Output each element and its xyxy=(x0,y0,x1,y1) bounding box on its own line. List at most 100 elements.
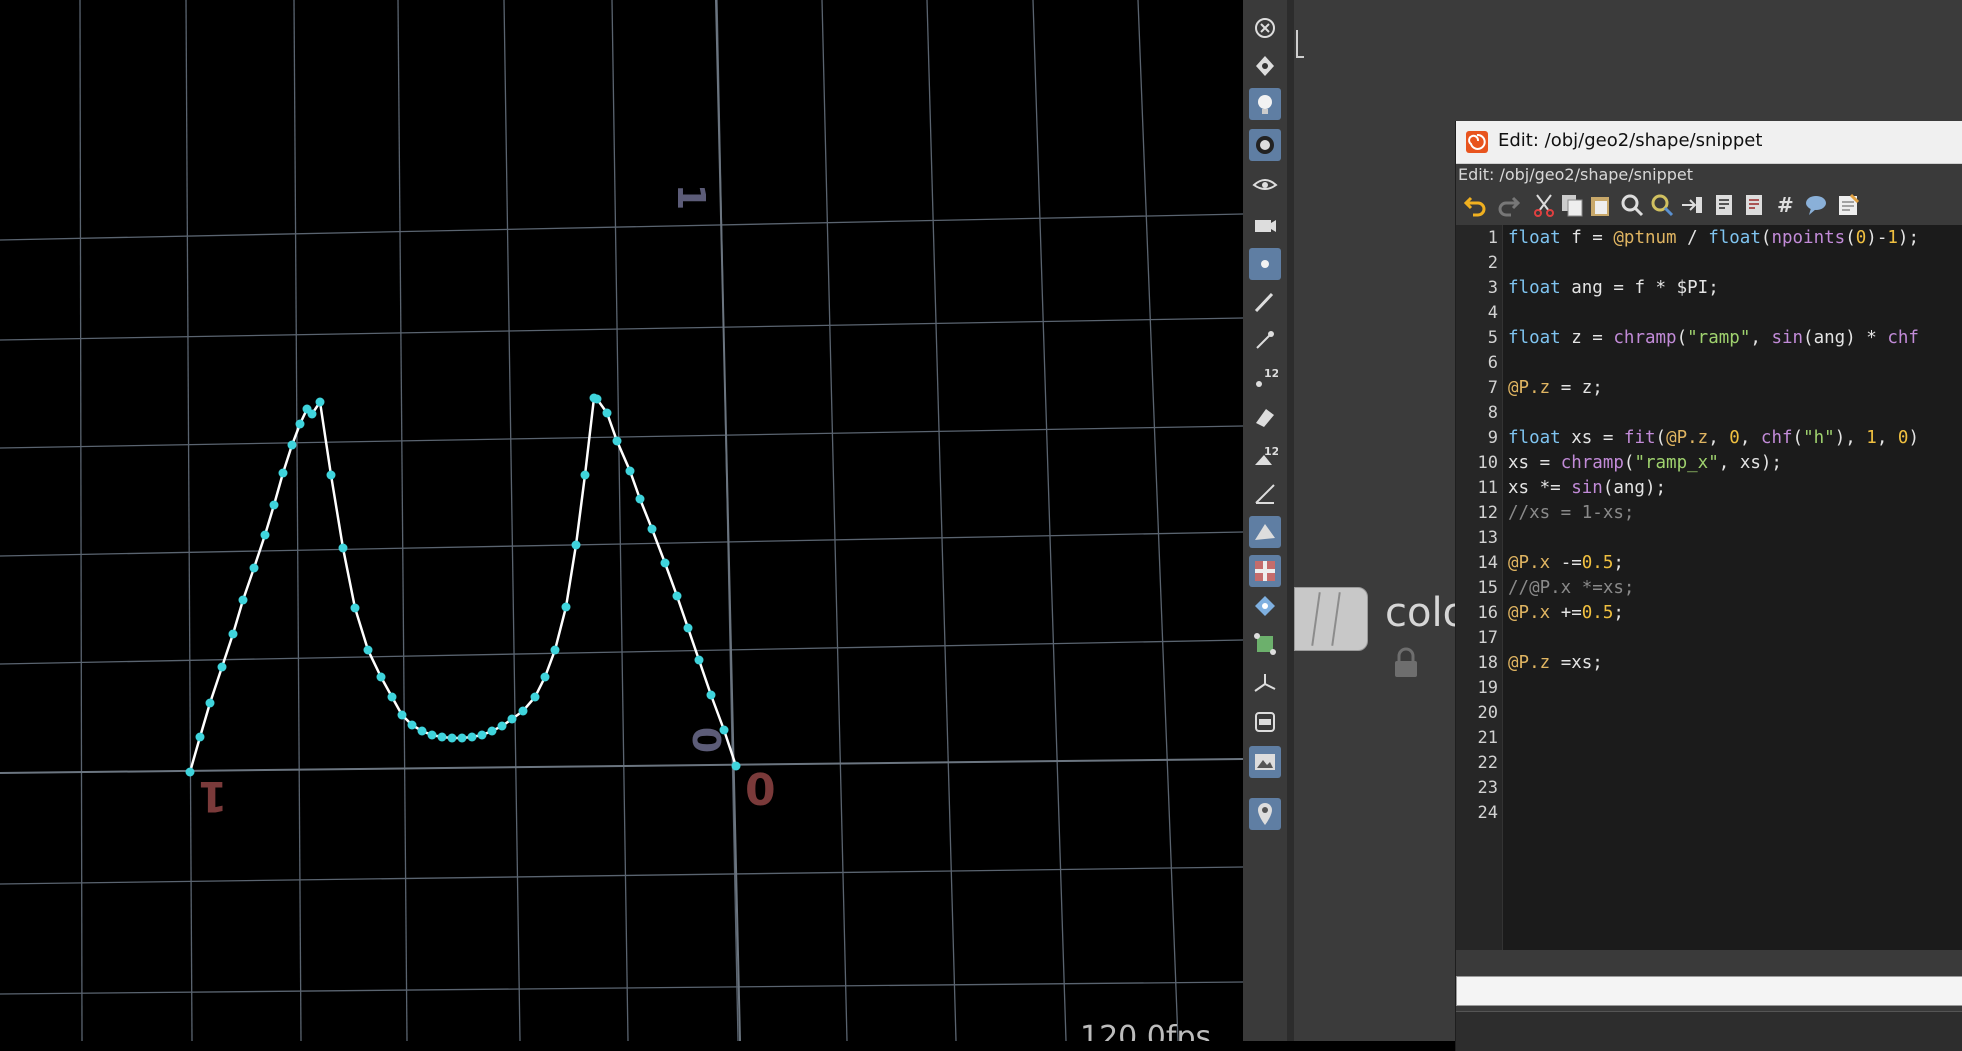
curve-point xyxy=(228,629,238,639)
code-token: float xyxy=(1508,228,1561,248)
curve-point xyxy=(249,563,259,573)
code-token: , xs); xyxy=(1718,453,1782,473)
line-number: 13 xyxy=(1477,528,1498,548)
pin-icon[interactable] xyxy=(1249,798,1281,830)
curve-point xyxy=(205,698,215,708)
code-token: //@P.x *=xs; xyxy=(1508,578,1635,598)
code-token: ), xyxy=(1834,428,1867,448)
point-icon[interactable] xyxy=(1249,248,1281,280)
shaded-icon[interactable] xyxy=(1249,516,1281,548)
code-token: @ptnum xyxy=(1613,228,1677,248)
curve-point xyxy=(694,655,704,665)
goto-icon[interactable] xyxy=(1678,191,1706,219)
code-line[interactable]: float f = @ptnum / float(npoints(0)-1); xyxy=(1508,228,1919,248)
point-number-icon[interactable]: 12 xyxy=(1249,362,1281,394)
scene-viewport[interactable]: 1 1 0 0 120.0fps xyxy=(0,0,1243,1041)
close-icon[interactable] xyxy=(1249,12,1281,44)
code-token: / xyxy=(1676,228,1709,248)
snap-icon[interactable] xyxy=(1249,50,1281,82)
code-line[interactable]: xs *= sin(ang); xyxy=(1508,478,1666,498)
grid-line xyxy=(0,981,1243,995)
grid-line xyxy=(0,317,1243,341)
line-number: 7 xyxy=(1487,378,1498,398)
hash-icon[interactable]: # xyxy=(1772,191,1800,219)
code-line[interactable]: //@P.x *=xs; xyxy=(1508,578,1634,598)
line-number: 19 xyxy=(1477,678,1498,698)
code-token: 1 xyxy=(1887,228,1898,248)
code-line[interactable]: @P.z = z; xyxy=(1508,378,1603,398)
find-icon[interactable] xyxy=(1618,191,1646,219)
redo-icon[interactable] xyxy=(1494,191,1522,219)
code-line[interactable]: @P.z =xs; xyxy=(1508,653,1603,673)
undo-icon[interactable] xyxy=(1462,191,1490,219)
brush-icon[interactable] xyxy=(1249,286,1281,318)
grid-line xyxy=(503,0,521,1041)
code-token: (ang); xyxy=(1602,478,1667,498)
find-replace-icon[interactable] xyxy=(1648,191,1676,219)
line-number: 6 xyxy=(1487,353,1498,373)
code-token: f = xyxy=(1560,228,1614,248)
notepad-icon[interactable] xyxy=(1834,191,1862,219)
texture-icon[interactable] xyxy=(1249,555,1281,587)
code-line[interactable]: float xs = fit(@P.z, 0, chf("h"), 1, 0) xyxy=(1508,428,1919,448)
line-number: 11 xyxy=(1477,478,1498,498)
code-token: , xyxy=(1739,428,1761,448)
viewport-canvas[interactable] xyxy=(0,0,1243,1041)
lock-icon[interactable] xyxy=(1393,647,1419,679)
code-token: =xs; xyxy=(1550,653,1603,673)
code-line[interactable]: @P.x +=0.5; xyxy=(1508,603,1624,623)
paste-icon[interactable] xyxy=(1586,191,1614,219)
code-line[interactable]: float ang = f * $PI; xyxy=(1508,278,1719,298)
code-token: sin xyxy=(1771,328,1804,348)
prim-number-icon[interactable]: 12 xyxy=(1249,440,1281,472)
guide-icon[interactable] xyxy=(1249,590,1281,622)
view-camera-icon[interactable] xyxy=(1249,209,1281,241)
code-editor[interactable]: 1 2 3 4 5 6 7 8 9 10 11 12 13 14 15 16 17 18 19 20 21 22 23 24 … xyxy=(1456,225,1962,950)
editor-titlebar[interactable]: Edit: /obj/geo2/shape/snippet xyxy=(1456,121,1962,164)
editor-status-field[interactable] xyxy=(1456,976,1962,1006)
paint-icon[interactable] xyxy=(1249,400,1281,432)
code-line[interactable]: @P.x -=0.5; xyxy=(1508,553,1624,573)
network-node[interactable] xyxy=(1294,587,1368,651)
curve-point xyxy=(350,603,360,613)
code-token: , xyxy=(1750,328,1772,348)
curve-point xyxy=(580,470,590,480)
code-token: ( xyxy=(1760,228,1772,248)
line-number: 18 xyxy=(1477,653,1498,673)
comment-icon[interactable] xyxy=(1710,191,1738,219)
grid-line xyxy=(1032,0,1067,1041)
code-token: float xyxy=(1508,428,1561,448)
line-number: 4 xyxy=(1487,303,1498,323)
normals-icon[interactable] xyxy=(1249,478,1281,510)
code-line[interactable]: //xs = 1-xs; xyxy=(1508,503,1634,523)
code-line[interactable]: float z = chramp("ramp", sin(ang) * chf xyxy=(1508,328,1919,348)
line-number: 24 xyxy=(1477,803,1498,823)
code-token: 0 xyxy=(1897,428,1909,448)
curve-point xyxy=(326,470,336,480)
grid-line xyxy=(0,213,1243,241)
axis-icon[interactable] xyxy=(1249,668,1281,700)
ortho-icon[interactable] xyxy=(1249,706,1281,738)
background-image-icon[interactable] xyxy=(1249,746,1281,778)
code-line[interactable]: xs = chramp("ramp_x", xs); xyxy=(1508,453,1782,473)
code-token: += xyxy=(1550,603,1582,623)
camera-handle-icon[interactable] xyxy=(1249,129,1281,161)
geometry-icon[interactable] xyxy=(1249,628,1281,660)
pen-icon[interactable] xyxy=(1249,324,1281,356)
curve-point xyxy=(477,730,487,740)
cut-icon[interactable] xyxy=(1530,191,1558,219)
code-token: z = xyxy=(1560,328,1614,348)
uncomment-icon[interactable] xyxy=(1740,191,1768,219)
speech-icon[interactable] xyxy=(1802,191,1830,219)
copy-icon[interactable] xyxy=(1558,191,1586,219)
light-icon[interactable] xyxy=(1249,88,1281,120)
toolbar-collapse-strip[interactable] xyxy=(1287,0,1294,1041)
code-token: 1 xyxy=(1866,428,1877,448)
code-token: float xyxy=(1508,278,1561,298)
line-number: 1 xyxy=(1487,228,1498,248)
curve-point xyxy=(307,409,317,419)
curve-point xyxy=(706,690,716,700)
editor-window-title: Edit: /obj/geo2/shape/snippet xyxy=(1498,130,1763,151)
code-token: -= xyxy=(1550,553,1582,573)
view-eye-icon[interactable] xyxy=(1249,168,1281,200)
